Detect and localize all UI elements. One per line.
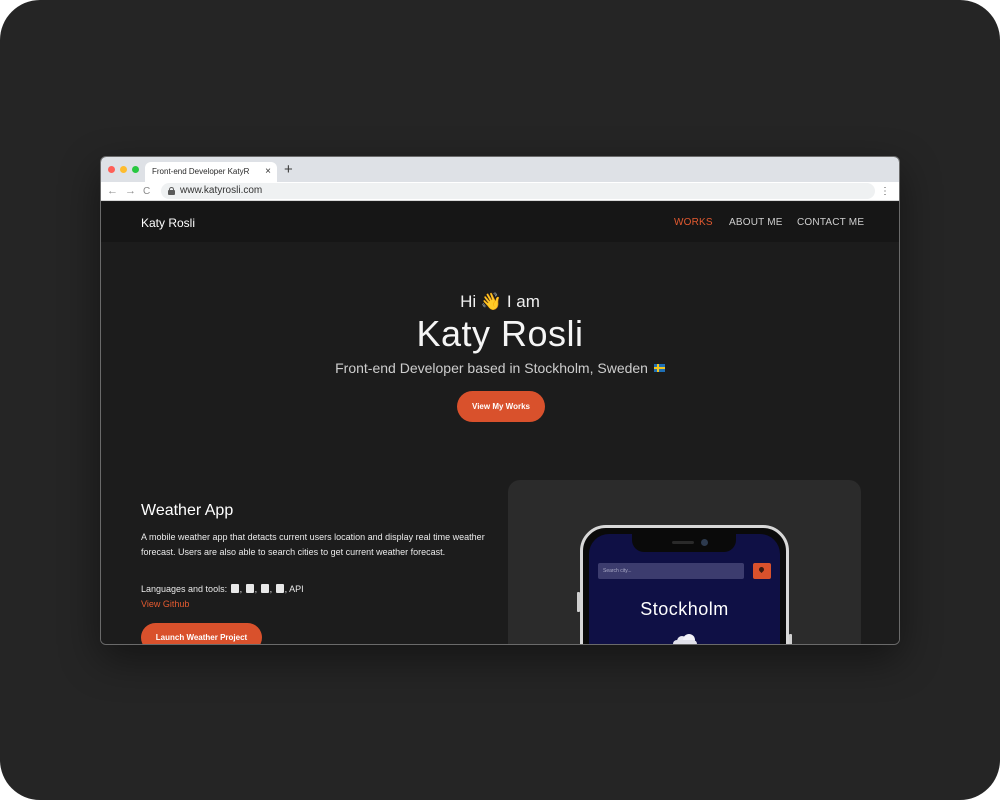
greeting-tail: I am [506,292,540,311]
tools-label: Languages and tools: [141,584,228,594]
phone-notch [632,534,736,552]
city-search-input[interactable] [598,563,744,579]
background-frame: Front-end Developer KatyR × + ← → C www.… [0,0,1000,800]
project-title: Weather App [141,502,234,519]
speaker-icon [672,541,694,544]
project-description: A mobile weather app that detacts curren… [141,532,485,557]
launch-weather-project-button[interactable]: Launch Weather Project [141,623,262,644]
javascript-icon [260,584,269,593]
nav-link-contact-me[interactable]: CONTACT ME [797,202,864,244]
tools-tail: , API [284,584,304,594]
css3-icon [245,584,254,593]
bootstrap-icon [275,584,284,593]
location-button[interactable] [753,563,771,579]
nav-link-about-me[interactable]: ABOUT ME [729,202,783,244]
browser-menu-icon[interactable]: ⋮ [880,184,890,199]
browser-tab[interactable]: Front-end Developer KatyR × [145,162,277,182]
minimize-window-icon[interactable] [120,166,127,173]
sweden-flag-icon [653,364,665,372]
camera-icon [701,539,708,546]
address-bar[interactable]: www.katyrosli.com [161,183,875,199]
hero-greeting: Hi 👋 I am [101,292,899,312]
browser-toolbar: ← → C www.katyrosli.com ⋮ [101,182,899,201]
phone-screen: Stockholm [589,534,780,644]
back-arrow-icon[interactable]: ← [107,184,118,199]
web-page: Katy Rosli WORKS ABOUT ME CONTACT ME Hi … [101,202,899,644]
hero-subtitle: Front-end Developer based in Stockholm, … [101,360,899,376]
hero-subtitle-text: Front-end Developer based in Stockholm, … [335,360,648,376]
html5-icon [230,584,239,593]
project-preview-card: Stockholm [508,480,861,644]
phone-mockup: Stockholm [580,525,789,644]
view-github-link[interactable]: View Github [141,599,189,609]
hero-name: Katy Rosli [416,313,584,354]
waving-hand-icon: 👋 [480,292,503,311]
city-name: Stockholm [640,599,729,619]
lock-icon [168,187,175,195]
tab-strip: Front-end Developer KatyR × + [101,157,899,182]
tab-title: Front-end Developer KatyR [152,167,250,176]
tab-close-icon[interactable]: × [265,162,271,182]
nav-link-works[interactable]: WORKS [674,202,713,244]
close-window-icon[interactable] [108,166,115,173]
phone-power-button [789,634,792,644]
maximize-window-icon[interactable] [132,166,139,173]
greeting-hi: Hi [460,292,477,311]
cloud-weather-icon [673,634,697,644]
view-my-works-button[interactable]: View My Works [457,391,545,422]
reload-icon[interactable]: C [143,184,150,199]
site-navbar: Katy Rosli WORKS ABOUT ME CONTACT ME [101,202,899,242]
browser-window: Front-end Developer KatyR × + ← → C www.… [100,156,900,645]
new-tab-icon[interactable]: + [284,161,293,178]
tools-line: Languages and tools: , , , , API [141,584,304,594]
url-text: www.katyrosli.com [180,185,263,196]
forward-arrow-icon[interactable]: → [125,184,136,199]
site-brand[interactable]: Katy Rosli [141,202,195,244]
location-pin-icon [757,565,766,574]
